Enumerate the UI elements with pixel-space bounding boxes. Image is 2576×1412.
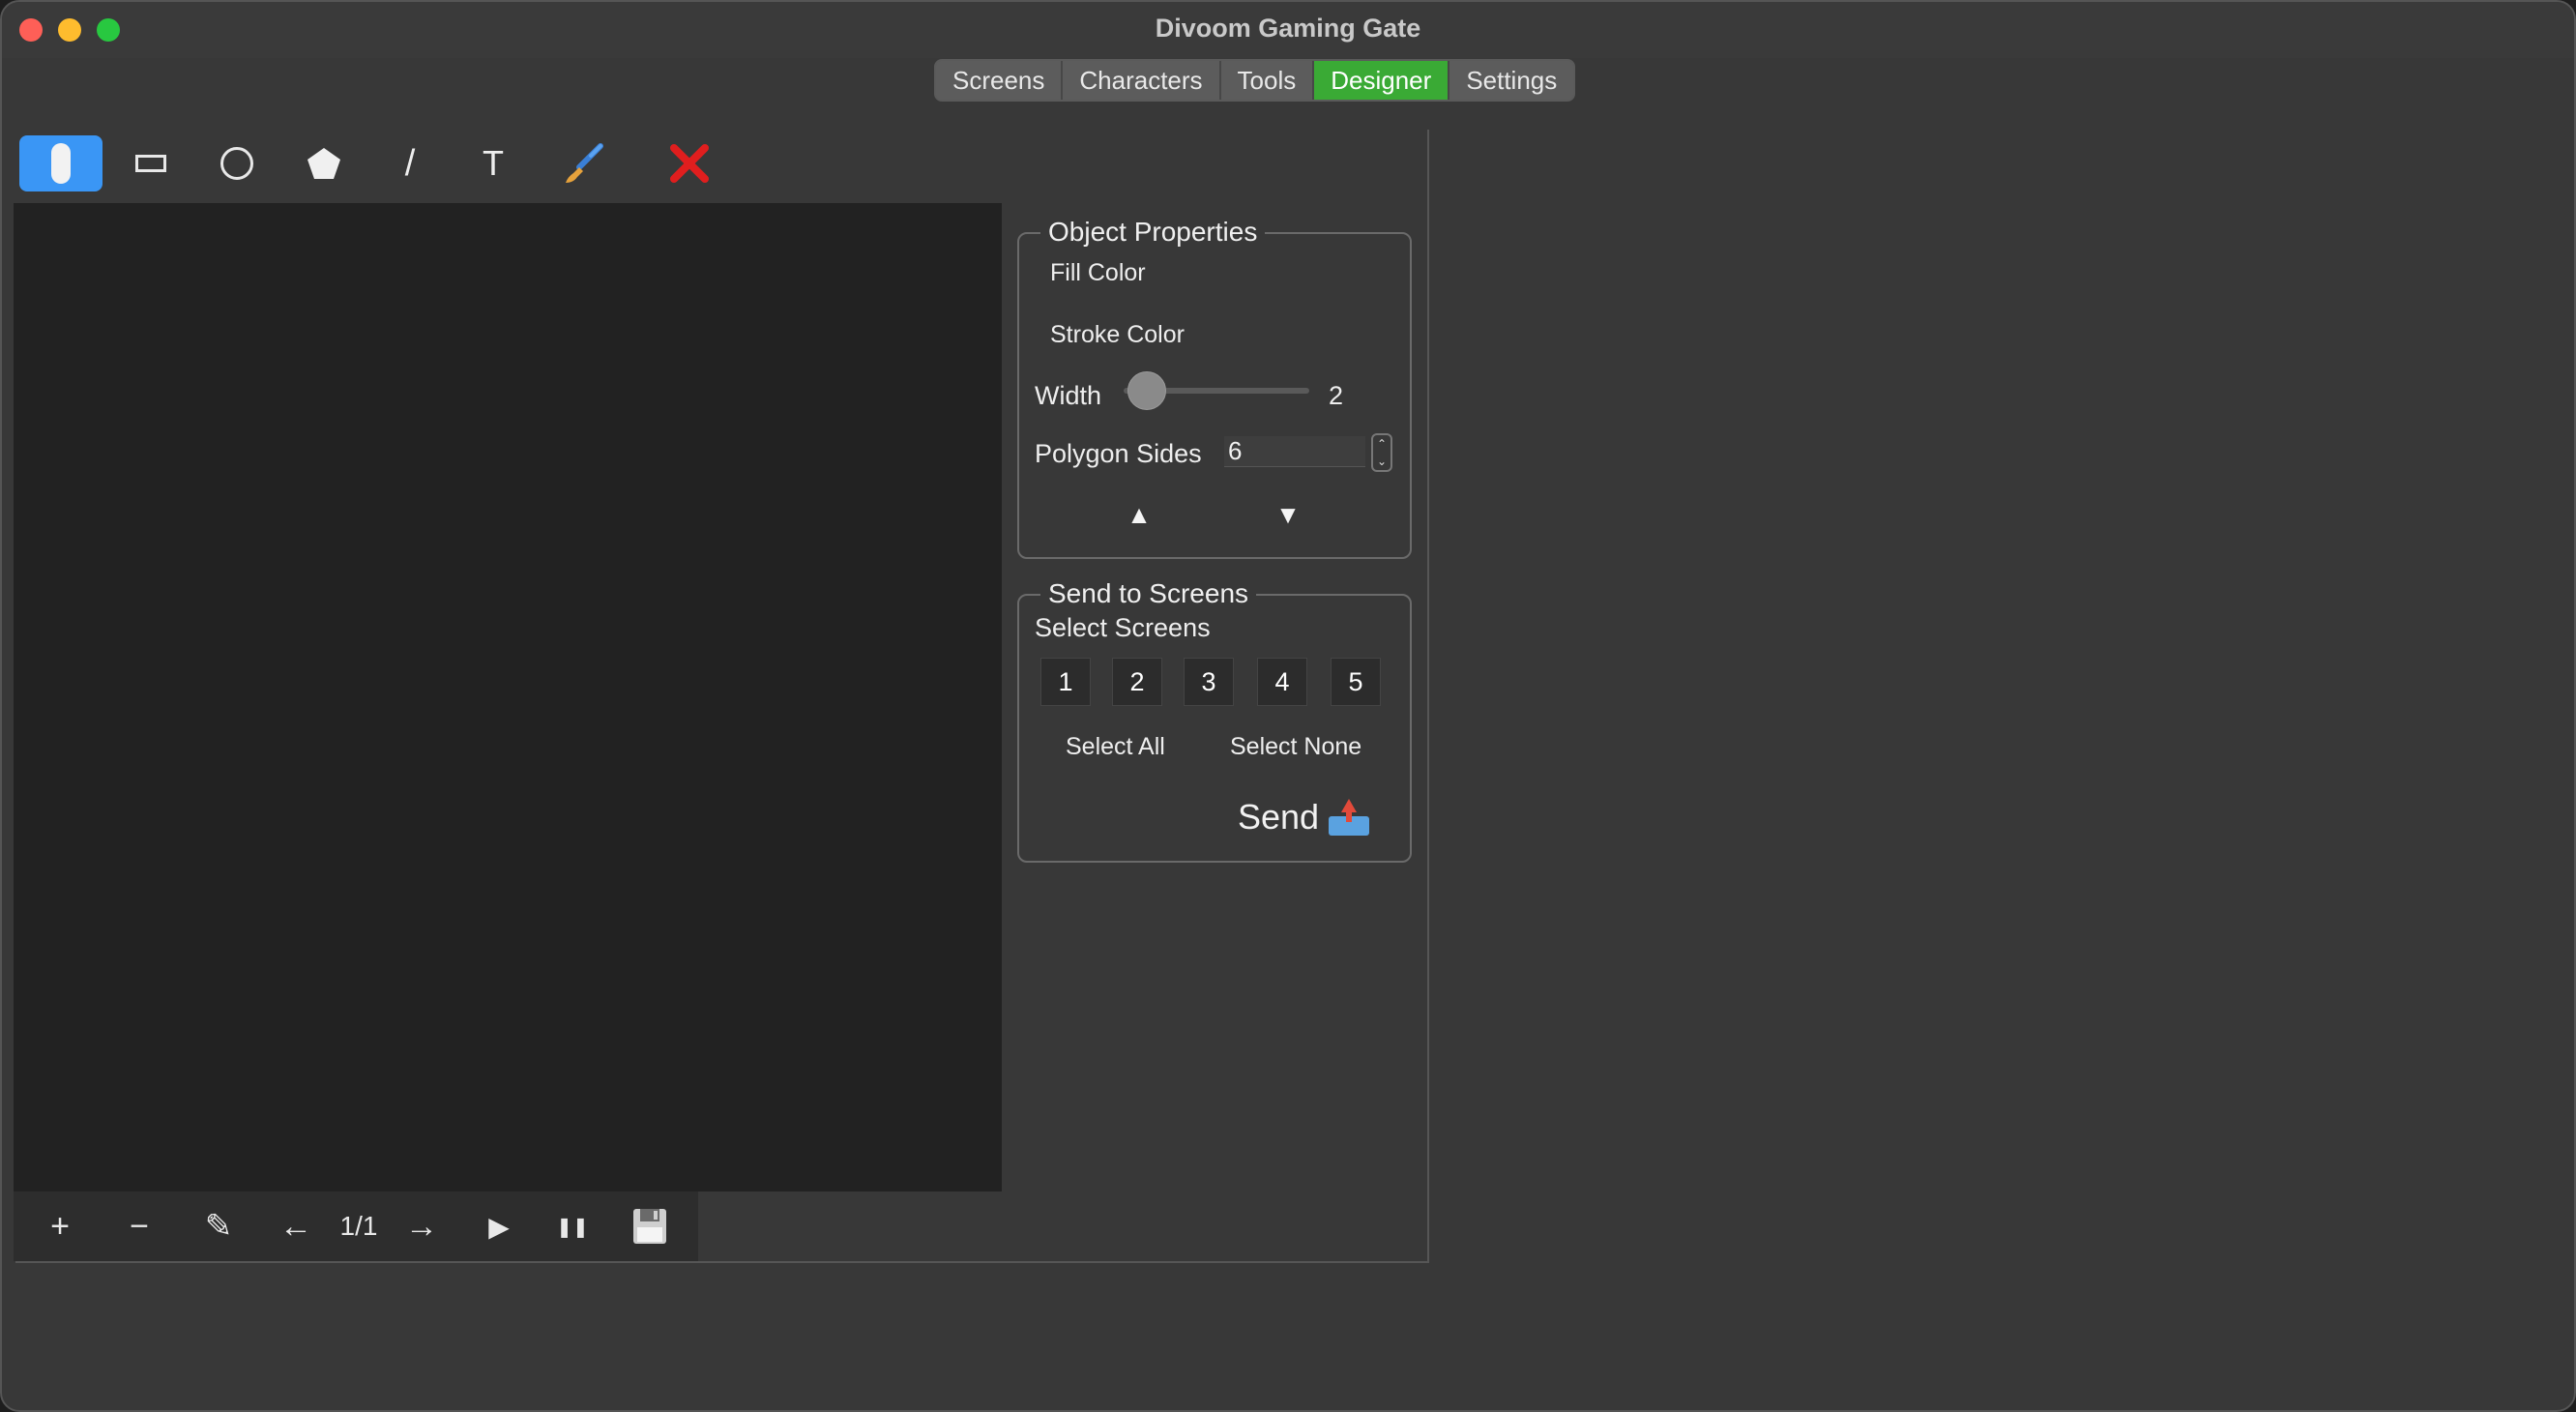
screen-5-toggle[interactable]: 5 [1331,658,1381,706]
outbox-tray-icon [1329,799,1370,836]
brush-tool-button[interactable] [542,135,625,191]
floppy-disk-icon [633,1209,666,1244]
polygon-sides-input[interactable] [1224,436,1365,467]
select-screens-label: Select Screens [1035,613,1211,642]
remove-frame-button[interactable]: − [110,1191,168,1261]
move-down-button[interactable]: ▼ [1259,495,1317,534]
width-slider-handle[interactable] [1127,371,1166,410]
text-tool-button[interactable]: T [452,135,535,191]
tab-screens[interactable]: Screens [936,61,1064,100]
text-icon: T [483,143,504,183]
rectangle-tool-button[interactable] [109,135,192,191]
fill-color-button[interactable]: Fill Color [1050,259,1146,287]
chevron-down-icon: ⌄ [1376,455,1388,468]
main-tab-bar: Screens Characters Tools Designer Settin… [934,59,1576,102]
tab-settings[interactable]: Settings [1449,61,1573,100]
stroke-color-button[interactable]: Stroke Color [1050,321,1185,349]
add-frame-button[interactable]: + [31,1191,89,1261]
pointer-icon [51,143,71,184]
paintbrush-icon [566,143,603,183]
send-button[interactable]: Send [1238,797,1370,838]
frame-counter: 1/1 [339,1211,378,1241]
select-tool-button[interactable] [19,135,102,191]
line-icon: / [404,142,416,184]
screen-3-toggle[interactable]: 3 [1184,658,1234,706]
edit-frame-button[interactable]: ✎ [190,1191,248,1261]
app-window: Divoom Gaming Gate Screens Characters To… [0,0,2576,1412]
select-all-button[interactable]: Select All [1066,733,1165,761]
circle-tool-button[interactable] [195,135,278,191]
move-up-button[interactable]: ▲ [1110,495,1168,534]
rectangle-icon [135,155,166,172]
send-to-screens-title: Send to Screens [1040,578,1257,609]
play-button[interactable]: ▶ [470,1191,528,1261]
width-label: Width [1035,381,1102,410]
window-title: Divoom Gaming Gate [1155,14,1421,43]
tab-tools[interactable]: Tools [1221,61,1315,100]
screen-4-toggle[interactable]: 4 [1257,658,1307,706]
pentagon-icon [307,148,340,179]
pause-button[interactable]: ❚❚ [543,1191,601,1261]
title-bar: Divoom Gaming Gate [2,2,2574,58]
drawing-canvas[interactable] [14,203,1002,1191]
polygon-sides-stepper[interactable]: ⌃ ⌄ [1371,433,1392,472]
line-tool-button[interactable]: / [368,135,452,191]
screen-2-toggle[interactable]: 2 [1112,658,1162,706]
polygon-tool-button[interactable] [282,135,366,191]
previous-frame-button[interactable]: ← [267,1191,325,1261]
width-value: 2 [1329,381,1344,410]
red-x-icon [670,144,709,183]
object-properties-title: Object Properties [1040,217,1266,248]
polygon-sides-label: Polygon Sides [1035,439,1202,468]
delete-tool-button[interactable] [648,135,731,191]
select-none-button[interactable]: Select None [1230,733,1361,761]
chevron-up-icon: ⌃ [1376,437,1388,451]
tab-designer[interactable]: Designer [1314,61,1450,100]
save-button[interactable] [621,1191,679,1261]
frame-controls-bar: + − ✎ ← 1/1 → ▶ ❚❚ [14,1191,698,1261]
circle-icon [220,147,253,180]
next-frame-button[interactable]: → [393,1191,451,1261]
screen-1-toggle[interactable]: 1 [1040,658,1091,706]
send-label: Send [1238,797,1320,837]
tab-characters[interactable]: Characters [1063,61,1221,100]
